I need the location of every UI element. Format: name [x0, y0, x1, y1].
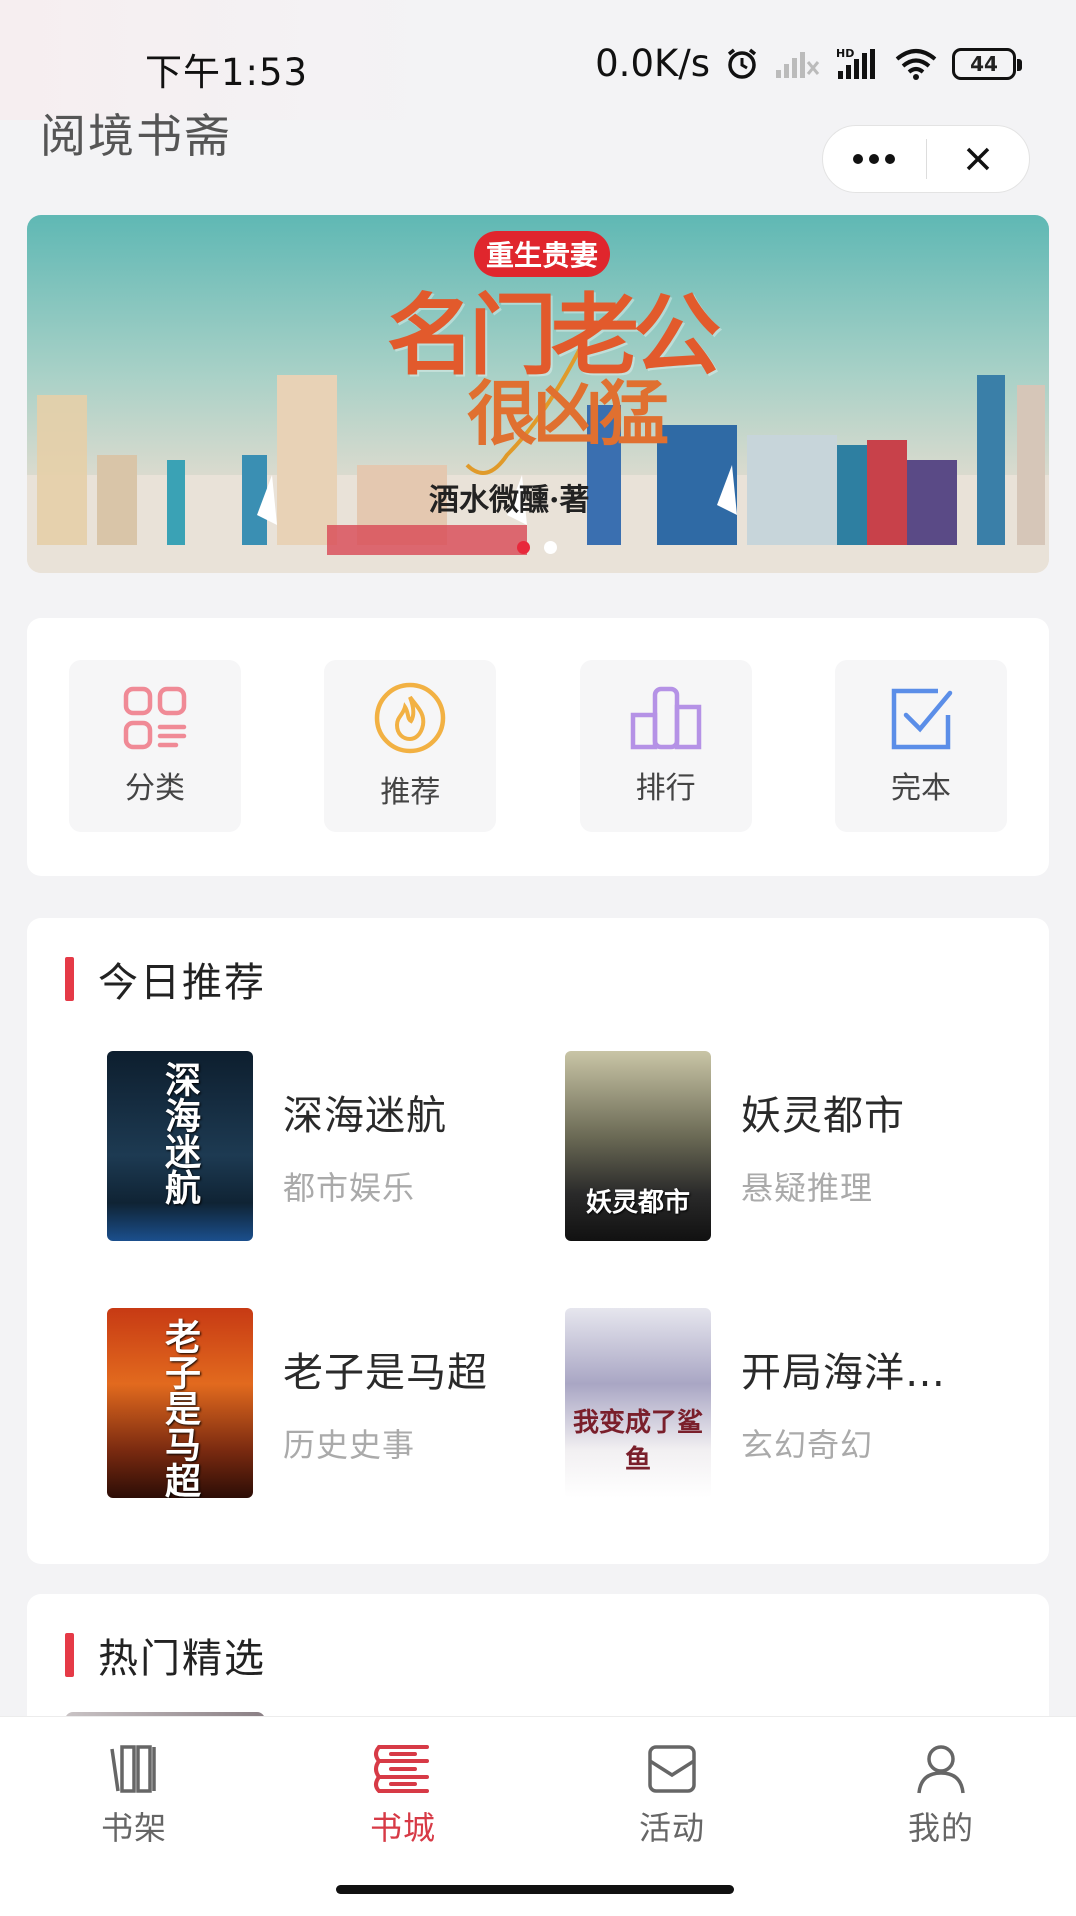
book-genre: 历史史事	[283, 1426, 416, 1464]
bookstore-icon	[374, 1745, 429, 1793]
bottom-tab-bar: 书架 书城 活动 我的	[0, 1716, 1076, 1916]
banner-carousel[interactable]: 重生贵妻 名门老公 很凶猛 酒水微醺·著	[27, 215, 1049, 573]
book-cover: 妖灵都市	[565, 1051, 711, 1241]
activity-icon	[648, 1745, 696, 1793]
cover-title: 老子是马超	[159, 1318, 201, 1498]
banner-author: 酒水微醺·著	[429, 483, 590, 518]
quick-label-completed: 完本	[890, 771, 951, 806]
more-dots-icon	[853, 154, 896, 164]
book-cover: 我变成了鲨鱼	[565, 1308, 711, 1498]
checkbox-icon	[891, 688, 953, 750]
section-title: 热门精选	[98, 1636, 266, 1682]
status-icons: 0.0K/s HD 44	[595, 42, 1022, 85]
wifi-icon	[894, 47, 938, 81]
quick-item-ranking[interactable]: 排行	[579, 660, 752, 832]
book-title: 妖灵都市	[741, 1093, 905, 1139]
tab-label: 书城	[369, 1809, 436, 1847]
tab-profile[interactable]: 我的	[866, 1741, 1016, 1849]
no-signal-icon	[774, 48, 820, 80]
profile-icon	[917, 1745, 965, 1794]
section-title: 今日推荐	[98, 960, 266, 1006]
bookshelf-icon	[110, 1745, 156, 1793]
alarm-icon	[724, 46, 760, 82]
today-recommend-section: 今日推荐 深海迷航 深海迷航 都市娱乐 妖灵都市 妖灵都市 悬疑推理 老子是马超…	[27, 918, 1049, 1564]
book-title: 开局海洋…	[741, 1350, 946, 1396]
book-cover: 老子是马超	[107, 1308, 253, 1498]
battery-icon: 44	[952, 47, 1022, 80]
tab-label: 书架	[100, 1809, 167, 1847]
close-icon	[966, 147, 989, 171]
miniprogram-capsule	[822, 125, 1030, 193]
carousel-dots	[517, 541, 557, 554]
quick-item-recommend[interactable]: 推荐	[324, 660, 497, 832]
ranking-icon	[630, 686, 701, 750]
quick-label-recommend: 推荐	[380, 775, 441, 810]
book-card[interactable]: 妖灵都市 妖灵都市 悬疑推理	[565, 1051, 995, 1241]
cover-title: 我变成了鲨鱼	[572, 1408, 703, 1475]
banner-subtitle: 很凶猛	[467, 372, 669, 455]
carousel-dot[interactable]	[544, 541, 557, 554]
status-time: 下午1:53	[145, 51, 309, 94]
tab-bookstore[interactable]: 书城	[328, 1741, 478, 1849]
app-title: 阅境书斋	[40, 109, 232, 163]
cover-title: 妖灵都市	[585, 1188, 690, 1218]
network-badge: HD	[836, 47, 854, 60]
book-title: 深海迷航	[283, 1093, 447, 1139]
carousel-dot-active[interactable]	[517, 541, 530, 554]
tab-label: 我的	[907, 1809, 974, 1847]
close-button[interactable]	[927, 126, 1030, 192]
section-accent-bar	[65, 957, 74, 1001]
flame-icon	[375, 682, 446, 754]
book-genre: 都市娱乐	[283, 1169, 416, 1207]
book-cover: 深海迷航	[107, 1051, 253, 1241]
tab-activity[interactable]: 活动	[597, 1741, 747, 1849]
battery-level: 44	[970, 51, 998, 76]
cover-title: 深海迷航	[159, 1061, 201, 1205]
section-header: 热门精选	[65, 1626, 266, 1684]
book-card[interactable]: 我变成了鲨鱼 开局海洋… 玄幻奇幻	[565, 1308, 995, 1498]
tab-label: 活动	[638, 1809, 705, 1847]
quick-label-ranking: 排行	[635, 771, 696, 806]
quick-label-category: 分类	[125, 771, 185, 806]
quick-menu: 分类 推荐 排行 完本	[27, 618, 1049, 876]
book-card[interactable]: 老子是马超 老子是马超 历史史事	[107, 1308, 537, 1498]
book-genre: 玄幻奇幻	[741, 1426, 874, 1464]
net-speed: 0.0K/s	[595, 42, 710, 85]
section-accent-bar	[65, 1633, 74, 1677]
more-button[interactable]	[823, 126, 926, 192]
section-header: 今日推荐	[65, 950, 266, 1008]
signal-icon: HD	[834, 47, 880, 81]
home-indicator[interactable]	[336, 1885, 734, 1894]
category-icon	[123, 686, 187, 750]
book-title: 老子是马超	[283, 1350, 488, 1396]
tab-bookshelf[interactable]: 书架	[59, 1741, 209, 1849]
quick-item-completed[interactable]: 完本	[834, 660, 1007, 832]
quick-item-category[interactable]: 分类	[69, 660, 241, 832]
book-card[interactable]: 深海迷航 深海迷航 都市娱乐	[107, 1051, 537, 1241]
book-genre: 悬疑推理	[741, 1169, 874, 1207]
